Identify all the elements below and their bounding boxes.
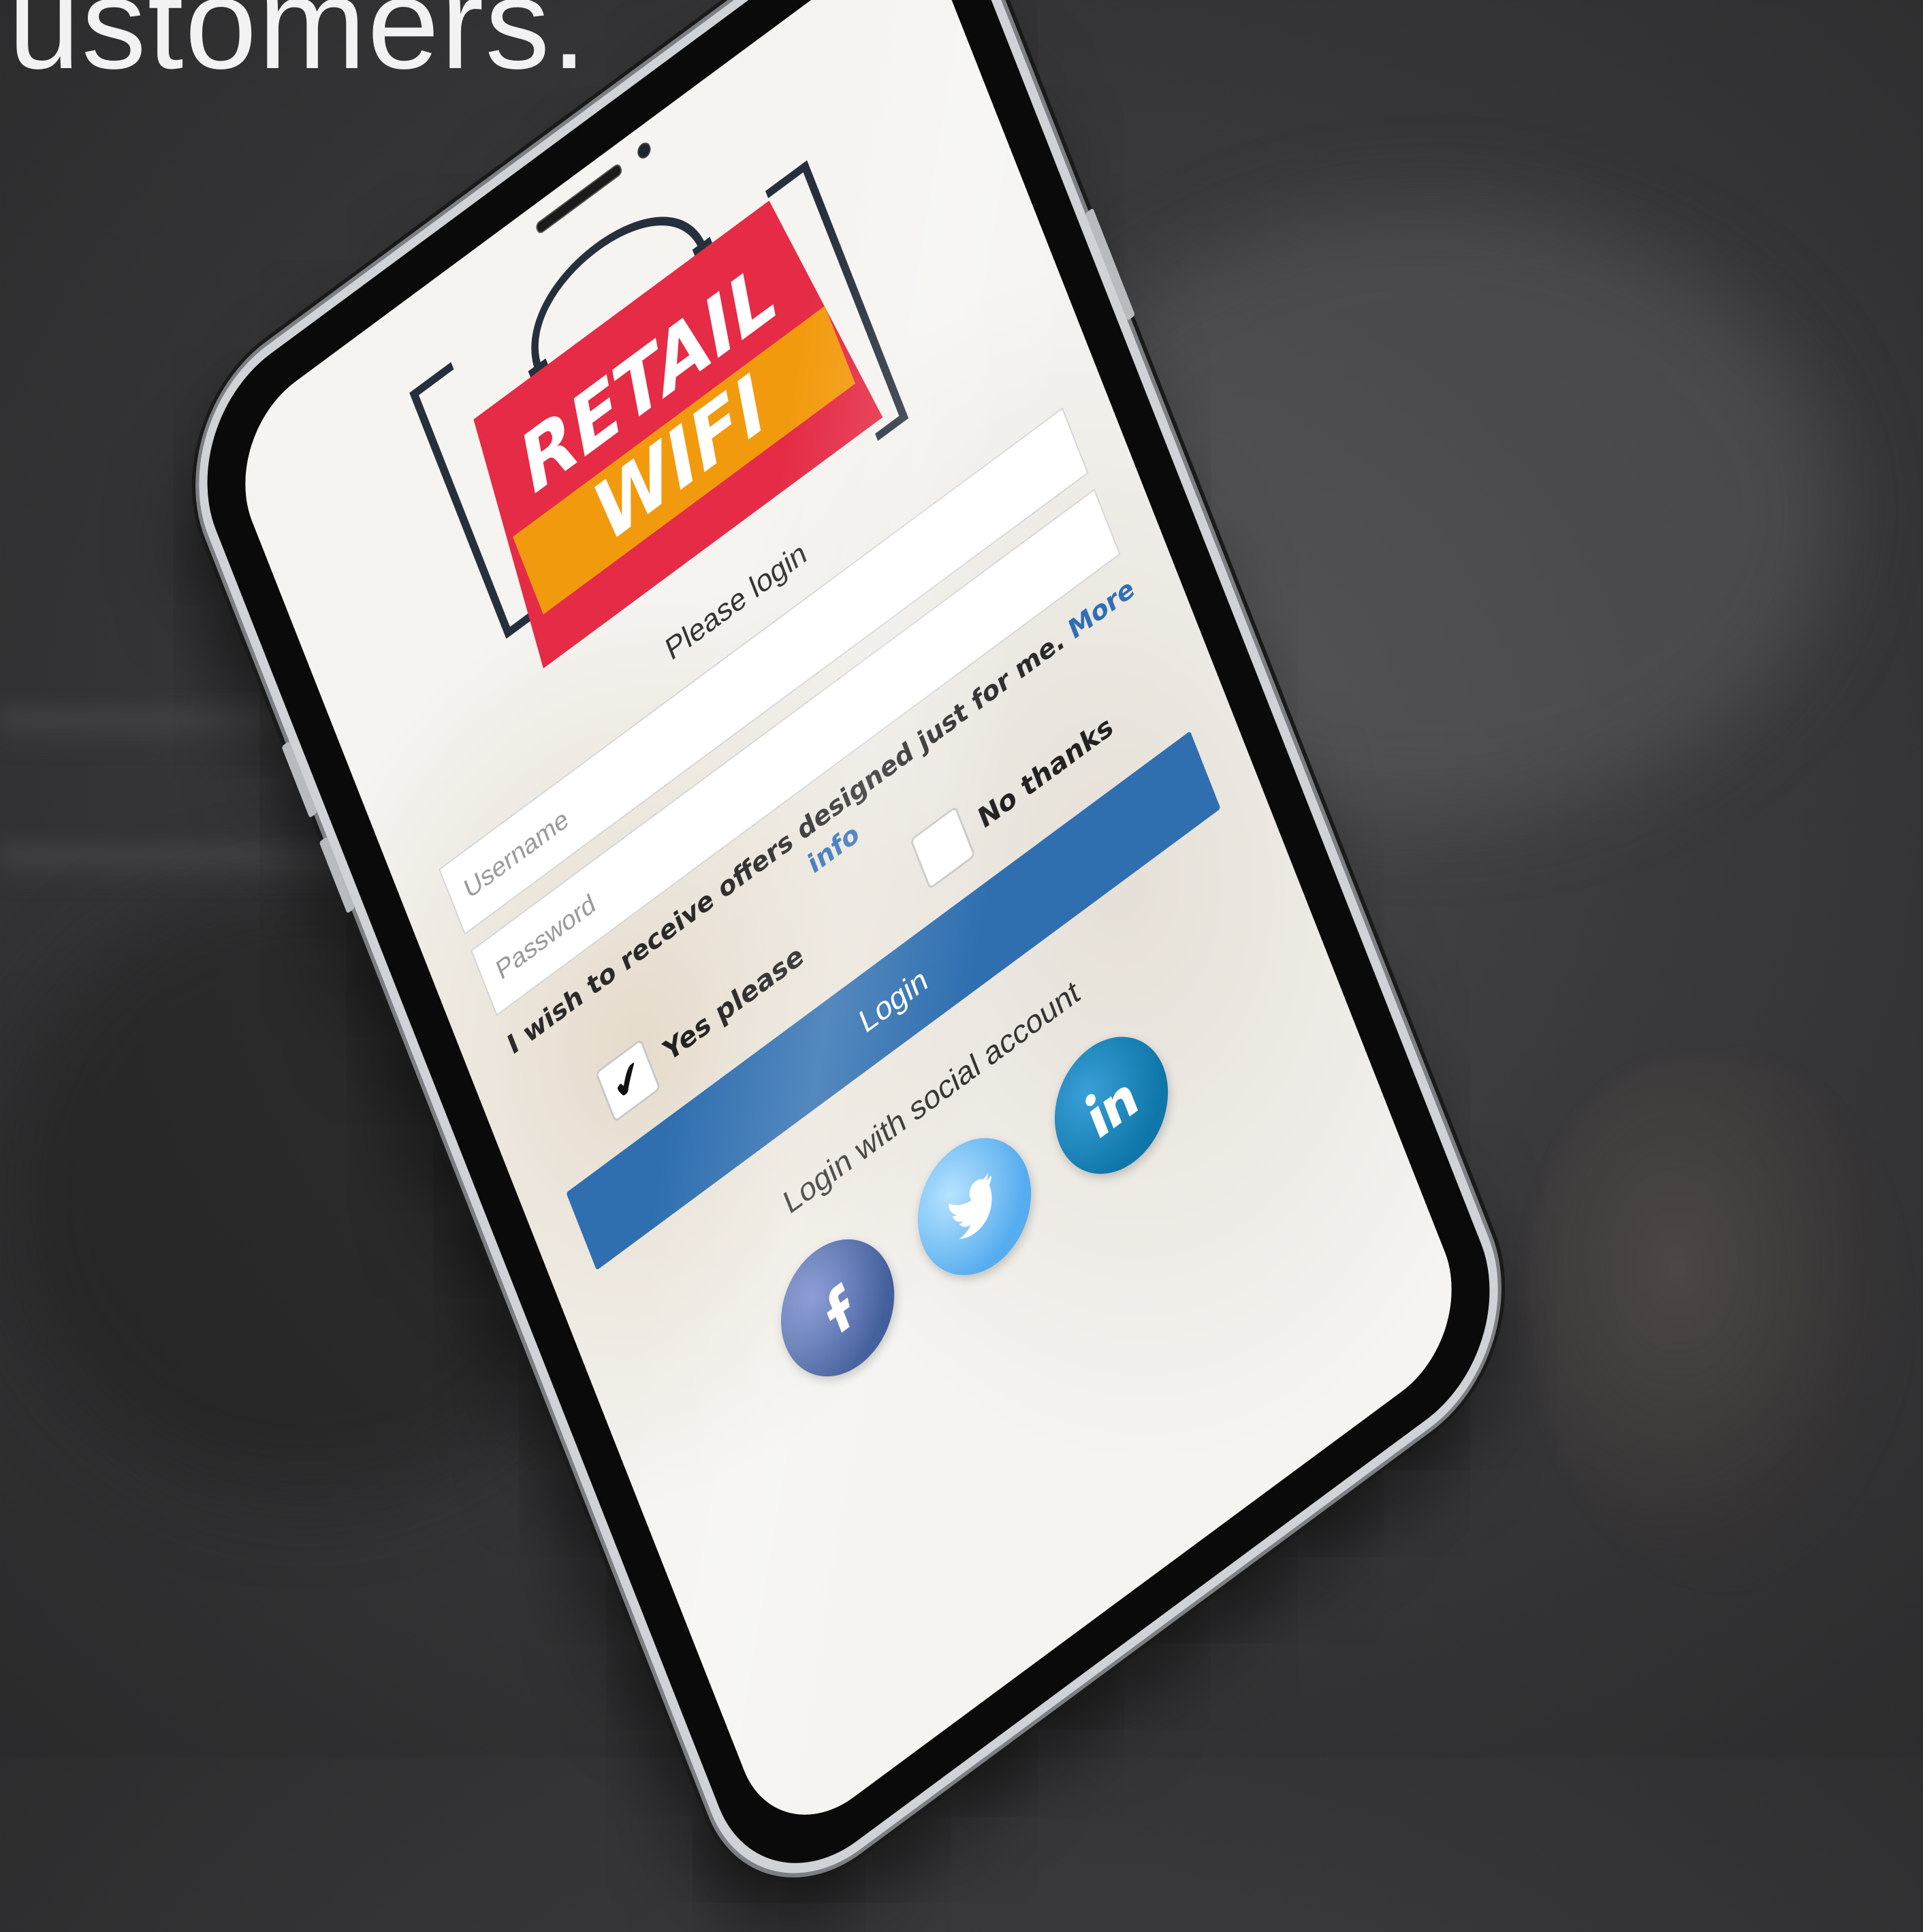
linkedin-icon [1085, 1087, 1139, 1139]
phone-mockup: RETAIL WIFI Please login I wish to recei… [0, 0, 1923, 1927]
checkmark-icon: ✔ [605, 1048, 651, 1113]
phone-body: RETAIL WIFI Please login I wish to recei… [163, 0, 1533, 1927]
facebook-login-button[interactable] [763, 1212, 912, 1404]
twitter-login-button[interactable] [900, 1111, 1049, 1302]
side-button [281, 740, 318, 819]
login-page: RETAIL WIFI Please login I wish to recei… [219, 0, 1478, 1854]
no-thanks-checkbox[interactable] [909, 806, 976, 890]
linkedin-login-button[interactable] [1036, 1010, 1186, 1201]
twitter-icon [949, 1173, 992, 1239]
facebook-icon [827, 1282, 850, 1333]
yes-please-checkbox[interactable]: ✔ [594, 1039, 661, 1123]
side-button [319, 836, 355, 914]
side-button [1085, 208, 1136, 321]
phone-screen: RETAIL WIFI Please login I wish to recei… [219, 0, 1478, 1854]
